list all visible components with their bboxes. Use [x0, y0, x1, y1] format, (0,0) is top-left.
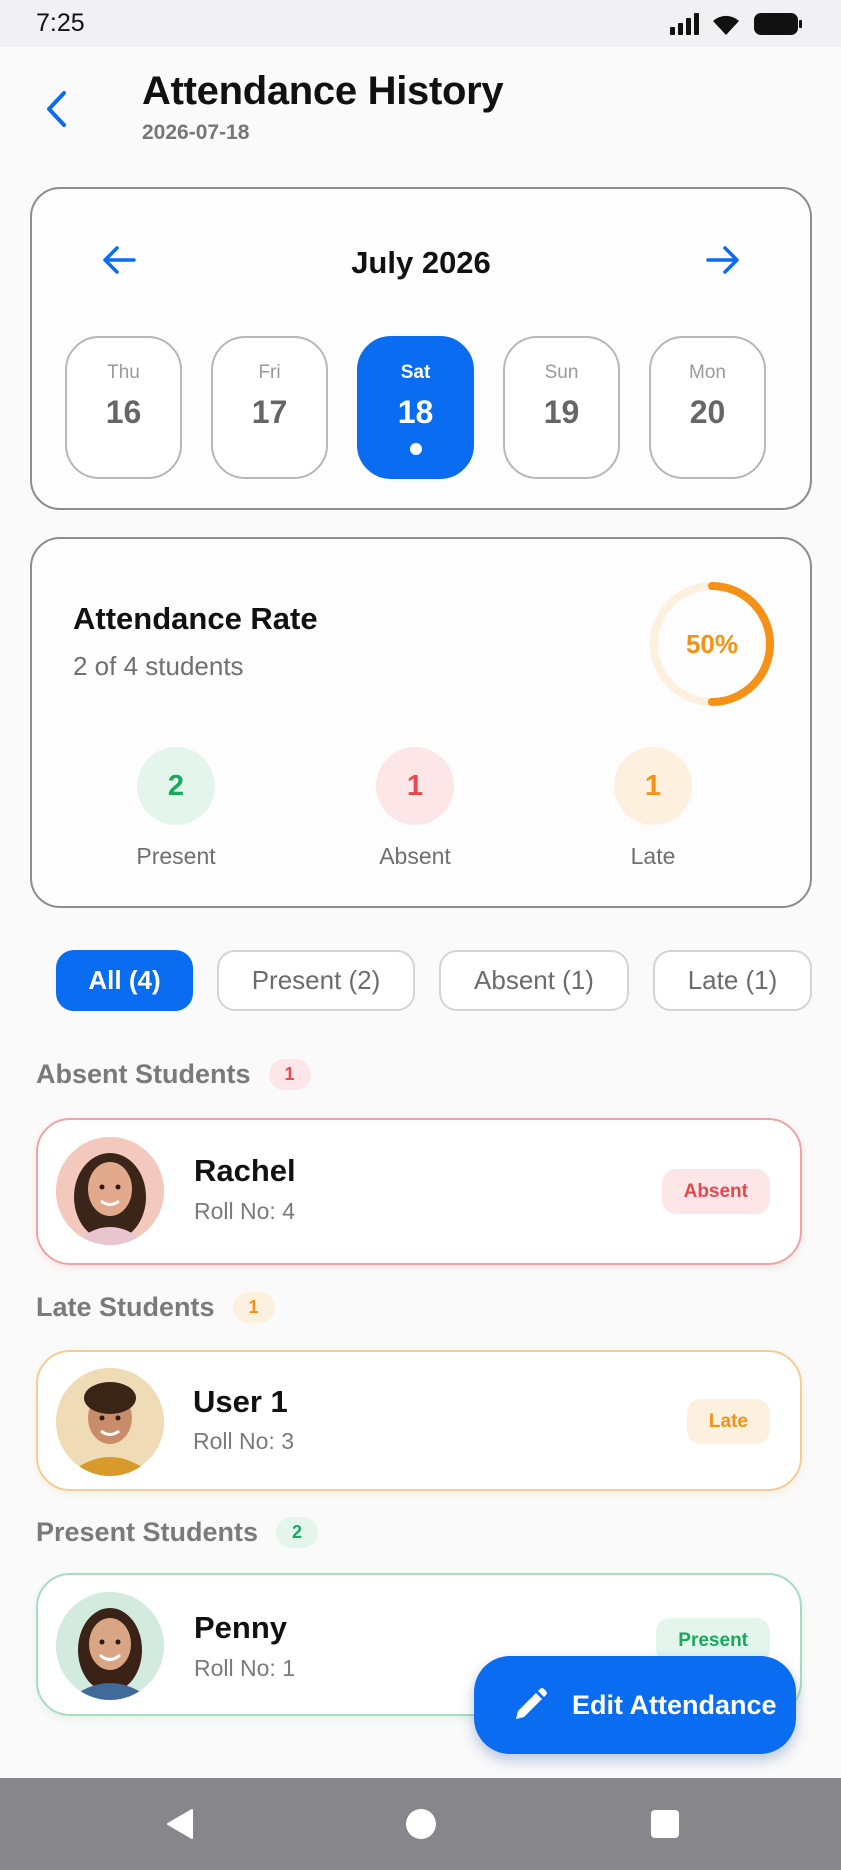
chevron-left-icon [47, 91, 66, 127]
student-roll: Roll No: 4 [194, 1198, 295, 1224]
present-stat: 2 Present [101, 747, 251, 870]
student-roll: Roll No: 1 [194, 1655, 295, 1681]
battery-icon [754, 12, 802, 35]
day-fri[interactable]: Fri 17 [211, 336, 328, 479]
next-week-button[interactable] [702, 239, 744, 281]
day-name: Fri [258, 362, 281, 383]
signal-icon [670, 12, 699, 35]
selected-day-dot [409, 443, 422, 455]
status-time: 7:25 [36, 9, 85, 37]
status-badge: Absent [661, 1169, 770, 1214]
late-label: Late [630, 843, 676, 869]
absent-section-header: Absent Students 1 [36, 1059, 311, 1090]
page-title: Attendance History [142, 69, 504, 113]
wifi-icon [713, 15, 739, 35]
student-name: Rachel [194, 1153, 296, 1188]
square-recents-icon [651, 1810, 679, 1838]
filter-chips: All (4) Present (2) Absent (1) Late (1) [56, 950, 812, 1011]
nav-back-button[interactable] [140, 1778, 220, 1870]
student-card-user1[interactable]: User 1 Roll No: 3 Late [36, 1350, 802, 1491]
absent-count: 1 [376, 747, 454, 825]
section-count-badge: 2 [276, 1517, 319, 1548]
nav-home-button[interactable] [381, 1778, 461, 1870]
late-section-header: Late Students 1 [36, 1292, 275, 1323]
day-mon[interactable]: Mon 20 [649, 336, 766, 479]
late-stat: 1 Late [578, 747, 728, 870]
filter-late[interactable]: Late (1) [653, 950, 812, 1011]
calendar-card: July 2026 Thu 16 Fri 17 Sat 18 Sun 19 Mo… [30, 187, 812, 510]
header: Attendance History 2026-07-18 [0, 47, 841, 167]
status-bar: 7:25 [0, 0, 841, 47]
day-name: Sun [544, 362, 579, 383]
day-selector: Thu 16 Fri 17 Sat 18 Sun 19 Mon 20 [65, 336, 766, 479]
day-number: 16 [105, 394, 142, 430]
section-count-badge: 1 [268, 1059, 311, 1090]
page-date: 2026-07-18 [142, 121, 250, 144]
student-name: Penny [194, 1610, 288, 1645]
day-sun[interactable]: Sun 19 [503, 336, 620, 479]
avatar [56, 1592, 164, 1700]
rate-title: Attendance Rate [73, 601, 318, 636]
day-number: 17 [251, 394, 288, 430]
avatar [56, 1368, 164, 1476]
day-number: 19 [543, 394, 580, 430]
nav-recents-button[interactable] [625, 1778, 705, 1870]
arrow-right-icon [706, 246, 739, 274]
attendance-percent: 50% [685, 628, 739, 659]
avatar [56, 1137, 164, 1245]
calendar-month: July 2026 [351, 245, 491, 280]
student-card-rachel[interactable]: Rachel Roll No: 4 Absent [36, 1118, 802, 1265]
present-label: Present [136, 843, 216, 869]
late-count: 1 [614, 747, 692, 825]
absent-label: Absent [379, 843, 451, 869]
absent-stat: 1 Absent [340, 747, 490, 870]
filter-all[interactable]: All (4) [56, 950, 193, 1011]
status-icons [669, 12, 803, 36]
day-name: Sat [400, 362, 431, 383]
student-roll: Roll No: 3 [193, 1428, 294, 1454]
day-number: 20 [689, 394, 726, 430]
day-name: Thu [107, 362, 140, 383]
status-badge: Late [686, 1399, 770, 1444]
pencil-icon [510, 1685, 550, 1725]
student-name: User 1 [193, 1384, 288, 1419]
filter-absent[interactable]: Absent (1) [439, 950, 629, 1011]
day-number: 18 [397, 394, 434, 430]
rate-subtitle: 2 of 4 students [73, 651, 244, 681]
attendance-rate-card: Attendance Rate 2 of 4 students 50% 2 Pr… [30, 537, 812, 908]
day-thu[interactable]: Thu 16 [65, 336, 182, 479]
day-sat[interactable]: Sat 18 [357, 336, 474, 479]
back-button[interactable] [38, 87, 74, 131]
circle-home-icon [406, 1809, 436, 1839]
system-nav-bar [0, 1778, 841, 1870]
edit-attendance-label: Edit Attendance [572, 1689, 777, 1720]
triangle-back-icon [167, 1809, 193, 1839]
section-count-badge: 1 [232, 1292, 275, 1323]
section-title: Absent Students [36, 1059, 251, 1089]
edit-attendance-button[interactable]: Edit Attendance [474, 1656, 796, 1754]
present-count: 2 [137, 747, 215, 825]
day-name: Mon [689, 362, 726, 383]
filter-present[interactable]: Present (2) [217, 950, 415, 1011]
present-section-header: Present Students 2 [36, 1517, 319, 1548]
section-title: Present Students [36, 1517, 259, 1547]
section-title: Late Students [36, 1292, 215, 1322]
